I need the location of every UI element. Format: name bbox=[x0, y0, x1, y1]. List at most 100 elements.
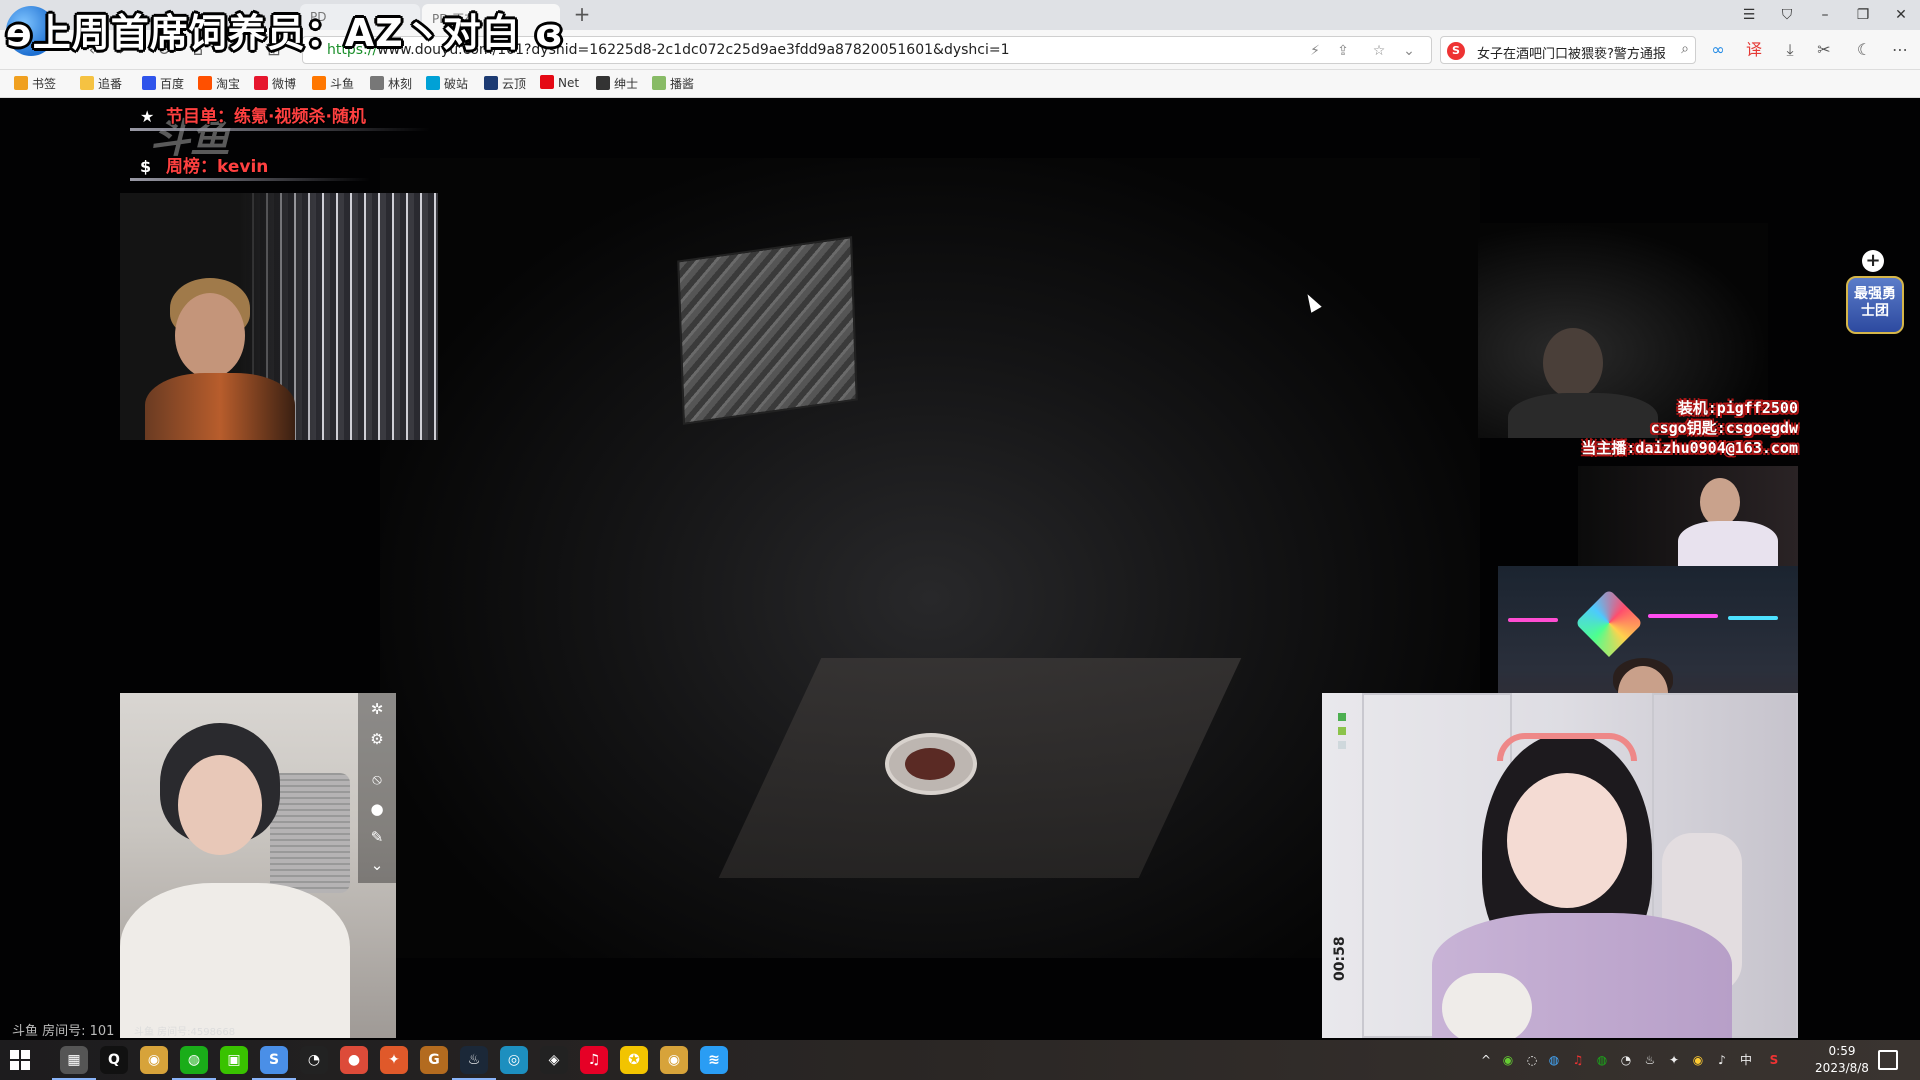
settings-icon[interactable]: ⚙ bbox=[367, 729, 387, 749]
menu-icon[interactable]: ☰ bbox=[1730, 0, 1768, 30]
bookmark-item[interactable]: 淘宝 bbox=[198, 75, 240, 92]
tray-app-icon[interactable]: ◌ bbox=[1524, 1052, 1540, 1068]
bookmark-item[interactable]: 微博 bbox=[254, 75, 296, 92]
gift-icon[interactable]: ● bbox=[367, 799, 387, 819]
bookmark-item[interactable]: 播酱 bbox=[652, 75, 694, 92]
taskbar-app-target-icon[interactable]: ◈ bbox=[540, 1046, 568, 1074]
tray-app-icon[interactable]: ◔ bbox=[1618, 1052, 1634, 1068]
bookmark-item[interactable]: 绅士 bbox=[596, 75, 638, 92]
tray-chevron-icon[interactable]: ^ bbox=[1478, 1052, 1494, 1068]
volume-icon[interactable]: ♪ bbox=[1714, 1052, 1730, 1068]
star-icon[interactable]: ☆ bbox=[1369, 41, 1389, 61]
taskbar-app-g-icon[interactable]: G bbox=[420, 1046, 448, 1074]
neon-light bbox=[1508, 618, 1558, 622]
share-icon[interactable]: ⇪ bbox=[1333, 41, 1353, 61]
download-icon[interactable]: ⤓ bbox=[1778, 38, 1802, 62]
program-panel: 斗鱼 ★ 节目单：练氪·视频杀·随机 $ 周榜：kevin bbox=[130, 98, 430, 190]
tray-app-icon[interactable]: ◉ bbox=[1690, 1052, 1706, 1068]
bookmark-item[interactable]: 书签 bbox=[14, 75, 56, 92]
sponsor-line-2: csgo钥匙:csgoegdw bbox=[1650, 419, 1798, 437]
taskbar-wechat-icon[interactable]: ◍ bbox=[172, 1046, 216, 1080]
taskbar-app-owl-icon[interactable]: ◉ bbox=[140, 1046, 168, 1074]
taskbar-app-audio-icon[interactable]: ≋ bbox=[700, 1046, 728, 1074]
shirt-icon[interactable]: ⛉ bbox=[1768, 0, 1806, 30]
bookmark-item[interactable]: 百度 bbox=[142, 75, 184, 92]
sogou-ime-icon[interactable]: S bbox=[1766, 1052, 1782, 1068]
camera-mid-right bbox=[1578, 466, 1798, 566]
moon-icon[interactable]: ☾ bbox=[1852, 38, 1876, 62]
new-tab-button[interactable]: + bbox=[570, 3, 594, 27]
taskbar-chrome-icon[interactable]: ● bbox=[340, 1046, 368, 1074]
program-list-text: 节目单：练氪·视频杀·随机 bbox=[166, 107, 366, 127]
bookmark-label: 书签 bbox=[32, 77, 57, 91]
video-player[interactable]: 斗鱼 ★ 节目单：练氪·视频杀·随机 $ 周榜：kevin 装机:pigff2500… bbox=[0, 98, 1920, 1040]
bilibili-icon bbox=[426, 76, 440, 90]
tray-app-icon[interactable]: ◍ bbox=[1546, 1052, 1562, 1068]
tray-wechat-icon[interactable]: ◍ bbox=[1594, 1052, 1610, 1068]
notification-icon[interactable] bbox=[1878, 1050, 1898, 1070]
taskbar-app-gauge-icon[interactable]: ◔ bbox=[300, 1046, 328, 1074]
translate-icon[interactable]: 译 bbox=[1742, 38, 1766, 62]
taskbar-app-bird-icon[interactable]: ✦ bbox=[380, 1046, 408, 1074]
mute-icon[interactable]: ⦸ bbox=[367, 769, 387, 789]
fan-group-badge[interactable]: 最强勇士团 bbox=[1846, 276, 1904, 334]
status-dot-icon bbox=[1338, 741, 1346, 749]
neon-light bbox=[1728, 616, 1778, 620]
taskbar-app-green-icon[interactable]: ▣ bbox=[220, 1046, 248, 1074]
minimize-button[interactable]: – bbox=[1806, 0, 1844, 30]
bookmark-item[interactable]: 破站 bbox=[426, 75, 468, 92]
taskbar-app-s-icon[interactable]: S bbox=[252, 1046, 296, 1080]
bookmark-item[interactable]: 斗鱼 bbox=[312, 75, 354, 92]
bookmark-label: 微博 bbox=[272, 77, 297, 91]
scissors-icon[interactable]: ✂ bbox=[1812, 38, 1836, 62]
program-list-row: ★ 节目单：练氪·视频杀·随机 bbox=[140, 102, 366, 127]
bookmark-item[interactable]: 林刻 bbox=[370, 75, 412, 92]
taskbar-qq-icon[interactable]: Q bbox=[100, 1046, 128, 1074]
clock-date[interactable]: 2023/8/8 bbox=[1800, 1061, 1884, 1075]
windows-start-icon[interactable] bbox=[10, 1050, 30, 1070]
more-icon[interactable]: ⋯ bbox=[1888, 38, 1912, 62]
bookmark-label: 绅士 bbox=[614, 77, 639, 91]
add-button[interactable]: + bbox=[1862, 250, 1884, 272]
status-dot-icon bbox=[1338, 727, 1346, 735]
windows-taskbar: ▦ Q ◉ ◍ ▣ S ◔ ● ✦ G ♨ ◎ ◈ ♫ ✪ ◉ ≋ ^ ◉ ◌ ◍ ♫ ◍ ◔ ♨ ✦ ◉ ♪ … bbox=[0, 1040, 1920, 1080]
taskbar-app-ring-icon[interactable]: ◎ bbox=[500, 1046, 528, 1074]
panel-divider bbox=[130, 128, 430, 131]
lightning-icon[interactable]: ⚡ bbox=[1305, 41, 1325, 61]
taskbar-steam-icon[interactable]: ♨ bbox=[452, 1046, 496, 1080]
weekly-rank-text: 周榜：kevin bbox=[166, 157, 269, 177]
taskbar-app-yellow-icon[interactable]: ✪ bbox=[620, 1046, 648, 1074]
infinity-icon[interactable]: ∞ bbox=[1706, 38, 1730, 62]
taobao-icon bbox=[198, 76, 212, 90]
taskbar-app-owl-2-icon[interactable]: ◉ bbox=[660, 1046, 688, 1074]
expand-icon[interactable]: ✲ bbox=[367, 699, 387, 719]
taskbar-netease-music-icon[interactable]: ♫ bbox=[580, 1046, 608, 1074]
badge-text: 最强勇士团 bbox=[1854, 286, 1896, 319]
dollar-icon: $ bbox=[140, 157, 152, 176]
weibo-icon bbox=[254, 76, 268, 90]
weekly-rank-row: $ 周榜：kevin bbox=[140, 152, 269, 177]
restore-button[interactable]: ❐ bbox=[1844, 0, 1882, 30]
input-language[interactable]: 中 bbox=[1738, 1052, 1754, 1068]
netflix-icon bbox=[540, 75, 554, 89]
taskbar-file-explorer-icon[interactable]: ▦ bbox=[52, 1046, 96, 1080]
chevron-down-icon[interactable]: ⌄ bbox=[367, 855, 387, 875]
shirt bbox=[120, 883, 350, 1038]
tray-steam-icon[interactable]: ♨ bbox=[1642, 1052, 1658, 1068]
camera-controls: ✲ ⚙ ⦸ ● ✎ ⌄ bbox=[358, 693, 396, 883]
bookmark-item[interactable]: 云顶 bbox=[484, 75, 526, 92]
room-info: 斗鱼 房间号: 101 bbox=[12, 1024, 115, 1039]
close-button[interactable]: ✕ bbox=[1882, 0, 1920, 30]
bookmark-item[interactable]: 追番 bbox=[80, 75, 122, 92]
sogou-icon[interactable]: S bbox=[1447, 42, 1465, 60]
sponsor-text: 装机:pigff2500 csgo钥匙:csgoegdw 当主播:daizhu0… bbox=[1581, 398, 1798, 458]
tray-app-icon[interactable]: ◉ bbox=[1500, 1052, 1516, 1068]
edit-icon[interactable]: ✎ bbox=[367, 827, 387, 847]
chevron-down-icon[interactable]: ⌄ bbox=[1399, 41, 1419, 61]
tray-netease-icon[interactable]: ♫ bbox=[1570, 1052, 1586, 1068]
bookmark-item[interactable]: Net bbox=[540, 75, 579, 90]
tray-app-icon[interactable]: ✦ bbox=[1666, 1052, 1682, 1068]
clock-time[interactable]: 0:59 bbox=[1812, 1044, 1872, 1058]
search-box[interactable]: S 女子在酒吧门口被猥亵?警方通报 ⌕ bbox=[1440, 36, 1696, 64]
search-icon[interactable]: ⌕ bbox=[1681, 41, 1689, 57]
